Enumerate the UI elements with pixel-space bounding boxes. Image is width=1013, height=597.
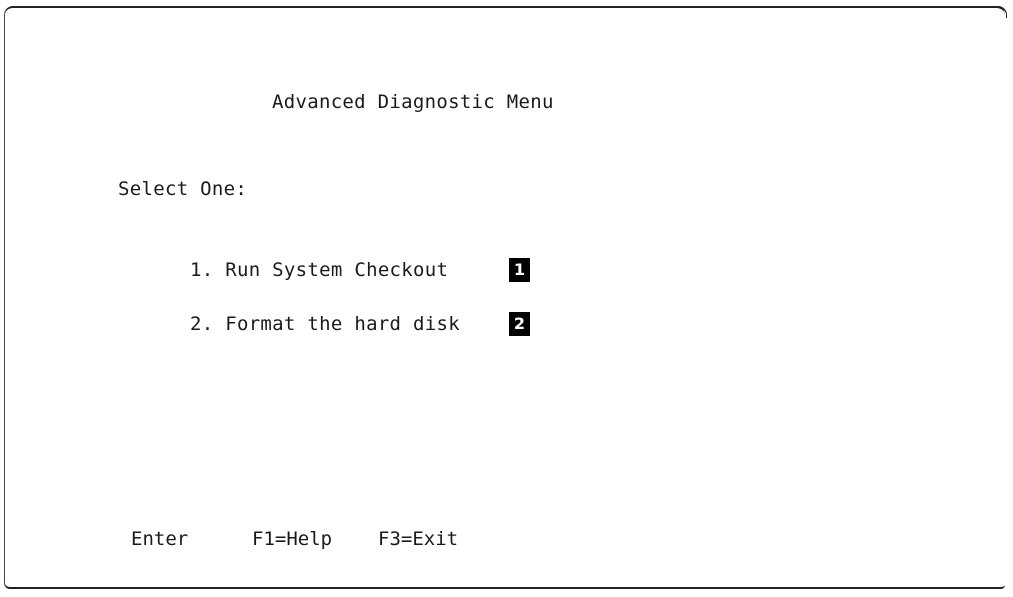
menu-option-format-hard-disk[interactable]: 2. Format the hard disk: [190, 312, 460, 336]
enter-key[interactable]: Enter: [131, 527, 188, 551]
callout-badge-2: 2: [509, 312, 530, 336]
help-key[interactable]: F1=Help: [252, 527, 332, 551]
menu-option-run-system-checkout[interactable]: 1. Run System Checkout: [190, 258, 448, 282]
exit-key[interactable]: F3=Exit: [378, 527, 458, 551]
callout-badge-1: 1: [509, 258, 530, 282]
select-prompt: Select One:: [118, 178, 248, 200]
menu-title: Advanced Diagnostic Menu: [272, 91, 554, 113]
